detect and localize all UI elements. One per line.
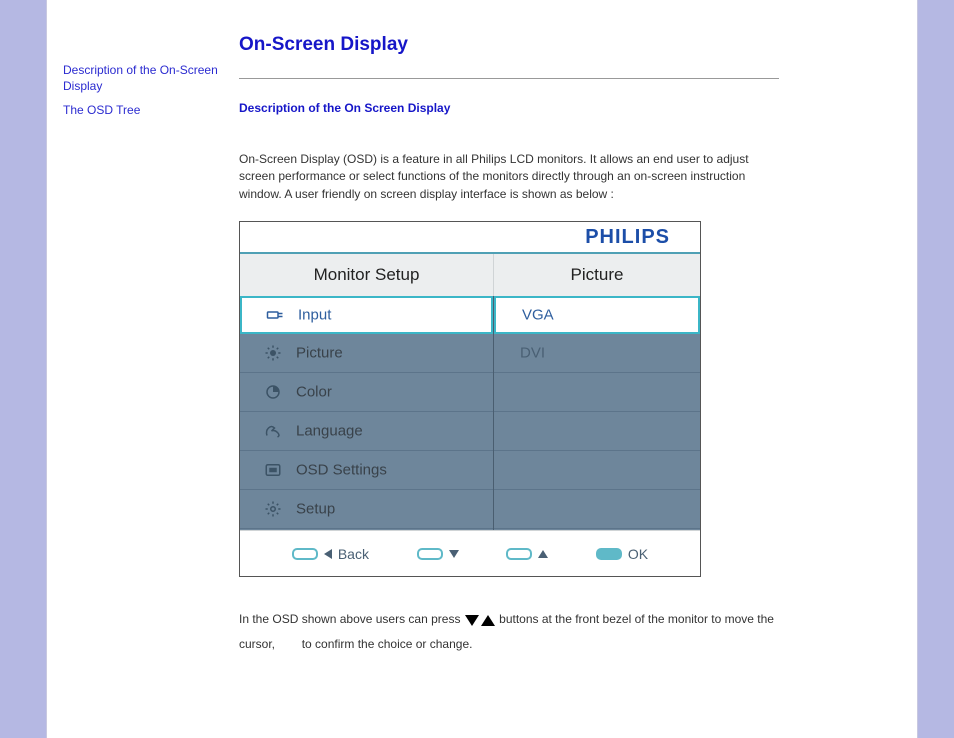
sidebar-nav: Description of the On-Screen Display The…: [63, 62, 223, 127]
osd-down-button: [417, 548, 459, 560]
follow-text-a: In the OSD shown above users can press: [239, 612, 460, 626]
pill-icon: [292, 548, 318, 560]
brightness-icon: [264, 344, 282, 362]
chevron-up-icon: [538, 550, 548, 558]
osd-menu-label: OSD Settings: [296, 462, 387, 479]
osd-settings-icon: [264, 461, 282, 479]
chevron-left-icon: [324, 549, 332, 559]
link-osd-tree[interactable]: The OSD Tree: [63, 102, 223, 118]
color-icon: [264, 383, 282, 401]
osd-option-empty: [494, 451, 700, 490]
chevron-down-icon: [449, 550, 459, 558]
osd-up-button: [506, 548, 548, 560]
page-title: On-Screen Display: [239, 34, 779, 56]
osd-menu-color: Color: [240, 373, 493, 412]
osd-col-header-right: Picture: [494, 254, 700, 296]
osd-menu-label: Language: [296, 423, 363, 440]
osd-menu-language: Language: [240, 412, 493, 451]
osd-menu-input: Input: [240, 296, 493, 334]
input-icon: [266, 306, 284, 324]
triangle-up-icon: [481, 615, 495, 626]
follow-text-c: to confirm the choice or change.: [302, 637, 473, 651]
triangle-down-icon: [465, 615, 479, 626]
osd-option-dvi: DVI: [494, 334, 700, 373]
osd-menu-osd-settings: OSD Settings: [240, 451, 493, 490]
osd-option-empty: [494, 490, 700, 529]
osd-menu-label: Picture: [296, 345, 343, 362]
follow-paragraph: In the OSD shown above users can press b…: [239, 607, 779, 657]
osd-option-label: DVI: [520, 345, 545, 362]
osd-screenshot: PHILIPS Monitor Setup Picture Input: [239, 221, 701, 577]
main-content: On-Screen Display Description of the On …: [239, 34, 779, 658]
pill-icon: [596, 548, 622, 560]
osd-ok-label: OK: [628, 546, 648, 562]
intro-paragraph: On-Screen Display (OSD) is a feature in …: [239, 151, 779, 203]
pill-icon: [506, 548, 532, 560]
osd-option-label: VGA: [522, 307, 554, 324]
divider: [239, 78, 779, 79]
osd-option-empty: [494, 412, 700, 451]
osd-back-label: Back: [338, 546, 369, 562]
osd-menu-setup: Setup: [240, 490, 493, 529]
osd-menu-label: Input: [298, 307, 331, 324]
osd-menu-picture: Picture: [240, 334, 493, 373]
osd-option-vga: VGA: [494, 296, 700, 334]
osd-back-button: Back: [292, 546, 369, 562]
section-heading: Description of the On Screen Display: [239, 101, 779, 115]
pill-icon: [417, 548, 443, 560]
osd-col-header-left: Monitor Setup: [240, 254, 494, 296]
language-icon: [264, 422, 282, 440]
link-description[interactable]: Description of the On-Screen Display: [63, 62, 223, 94]
philips-logo: PHILIPS: [585, 222, 670, 252]
gear-icon: [264, 500, 282, 518]
osd-option-empty: [494, 373, 700, 412]
osd-menu-label: Setup: [296, 501, 335, 518]
osd-ok-button: OK: [596, 546, 648, 562]
osd-menu-label: Color: [296, 384, 332, 401]
